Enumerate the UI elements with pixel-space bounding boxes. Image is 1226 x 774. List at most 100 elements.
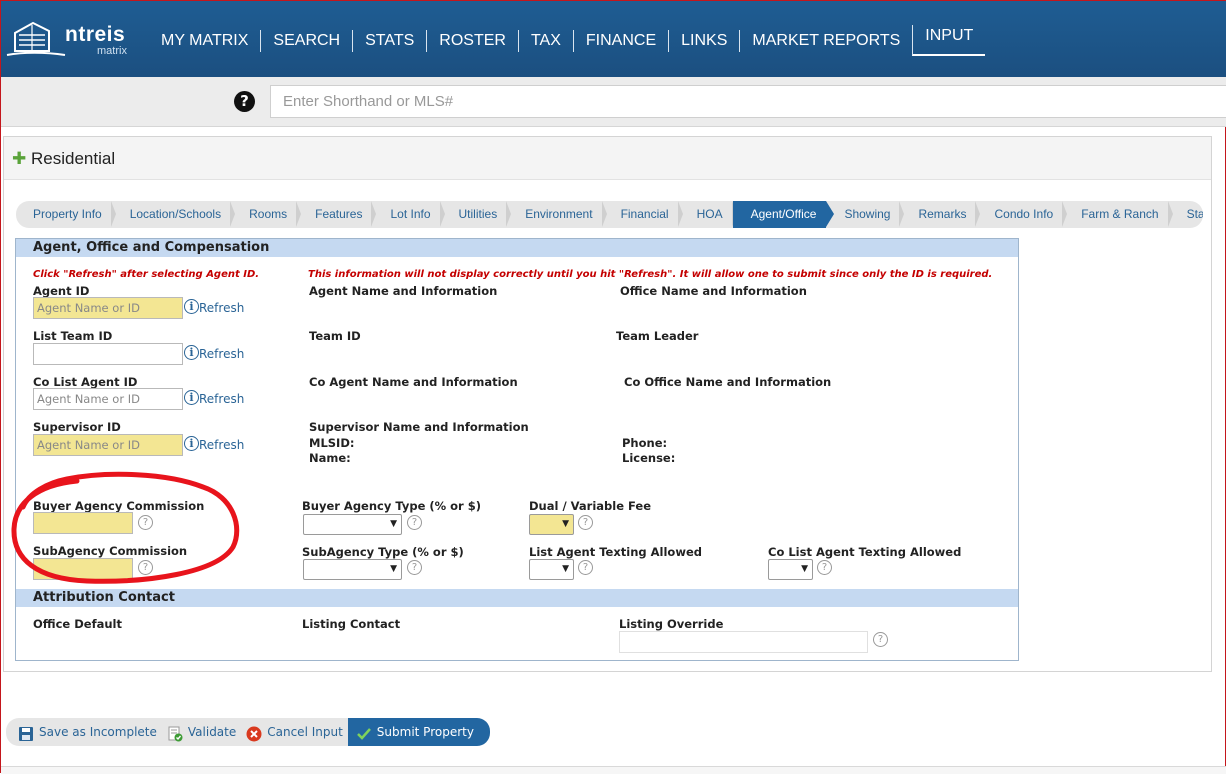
agent-id-placeholder: Agent Name or ID — [37, 301, 140, 315]
logo-wordmark: ntreis — [65, 23, 126, 46]
section-attribution-contact: Attribution Contact — [16, 589, 1018, 607]
cancel-x-icon — [246, 724, 262, 742]
info-icon[interactable]: i — [184, 299, 199, 314]
nav-my-matrix[interactable]: MY MATRIX — [149, 30, 260, 52]
chevron-down-icon: ▼ — [390, 564, 397, 574]
help-question-icon[interactable]: ? — [578, 560, 593, 575]
team-refresh-link[interactable]: Refresh — [199, 347, 244, 361]
buyer-agency-commission-input[interactable] — [33, 512, 133, 534]
validate-label: Validate — [187, 725, 237, 739]
checkmark-icon — [356, 724, 372, 740]
list-agent-texting-select[interactable]: ▼ — [529, 559, 574, 580]
info-icon[interactable]: i — [184, 345, 199, 360]
info-icon[interactable]: i — [184, 436, 199, 451]
subagency-type-label: SubAgency Type (% or $) — [302, 545, 464, 559]
tab-showing[interactable]: Showing — [826, 201, 905, 228]
submit-property-button[interactable]: Submit Property — [347, 718, 490, 746]
chevron-down-icon: ▼ — [562, 519, 569, 529]
help-question-icon[interactable]: ? — [578, 515, 593, 530]
tab-hoa[interactable]: HOA — [679, 201, 737, 228]
help-question-icon[interactable]: ? — [407, 515, 422, 530]
help-question-icon[interactable]: ? — [817, 560, 832, 575]
co-agent-name-info-label: Co Agent Name and Information — [309, 375, 518, 389]
nav-input[interactable]: INPUT — [912, 25, 986, 56]
help-question-icon[interactable]: ? — [138, 515, 153, 530]
chevron-down-icon: ▼ — [562, 564, 569, 574]
shorthand-search-input[interactable]: Enter Shorthand or MLS# — [270, 85, 1226, 118]
help-question-icon[interactable]: ? — [138, 560, 153, 575]
tab-features[interactable]: Features — [297, 201, 377, 228]
info-icon[interactable]: i — [184, 390, 199, 405]
tab-rooms[interactable]: Rooms — [231, 201, 302, 228]
submit-label: Submit Property — [376, 725, 474, 739]
validate-check-icon — [167, 724, 183, 742]
co-list-agent-id-label: Co List Agent ID — [33, 375, 138, 389]
mlsid-label: MLSID: — [309, 436, 355, 450]
panel-header: ✚ Residential — [4, 137, 1211, 180]
save-label: Save as Incomplete — [39, 725, 157, 739]
listing-override-label: Listing Override — [619, 617, 724, 631]
co-list-agent-texting-select[interactable]: ▼ — [768, 559, 813, 580]
co-list-agent-id-input[interactable]: Agent Name or ID — [33, 388, 183, 410]
agent-name-info-label: Agent Name and Information — [309, 284, 498, 298]
nav-search[interactable]: SEARCH — [260, 29, 352, 52]
co-list-agent-texting-label: Co List Agent Texting Allowed — [768, 545, 962, 559]
listing-override-input[interactable] — [619, 631, 868, 653]
cancel-input-button[interactable]: Cancel Input — [241, 718, 348, 746]
nav-links[interactable]: LINKS — [668, 29, 739, 52]
license-label: License: — [622, 451, 676, 465]
tab-farm-ranch[interactable]: Farm & Ranch — [1063, 201, 1173, 228]
tab-status[interactable]: Status — [1169, 201, 1203, 228]
team-id-label: Team ID — [309, 329, 361, 343]
subagency-commission-input[interactable] — [33, 558, 133, 580]
co-agent-refresh-link[interactable]: Refresh — [199, 392, 244, 406]
nav-roster[interactable]: ROSTER — [426, 29, 518, 52]
help-question-icon[interactable]: ? — [873, 632, 888, 647]
office-name-info-label: Office Name and Information — [620, 284, 807, 298]
expand-plus-icon[interactable]: ✚ — [12, 151, 26, 168]
help-icon[interactable]: ? — [234, 91, 255, 112]
nav-tax[interactable]: TAX — [517, 29, 573, 52]
tab-property-info[interactable]: Property Info — [16, 201, 116, 228]
residential-input-panel: ✚ Residential Property Info Location/Sch… — [3, 136, 1212, 672]
cancel-label: Cancel Input — [267, 725, 343, 739]
nav-market-reports[interactable]: MARKET REPORTS — [739, 29, 912, 52]
agent-office-form: Agent, Office and Compensation Click "Re… — [15, 238, 1019, 661]
nav-finance[interactable]: FINANCE — [572, 29, 668, 52]
chevron-down-icon: ▼ — [390, 519, 397, 529]
supervisor-refresh-link[interactable]: Refresh — [199, 438, 244, 452]
subagency-type-select[interactable]: ▼ — [303, 559, 402, 580]
validate-button[interactable]: Validate — [161, 718, 242, 746]
list-team-id-input[interactable] — [33, 343, 183, 365]
dual-variable-fee-select[interactable]: ▼ — [529, 514, 574, 535]
buyer-agency-type-select[interactable]: ▼ — [303, 514, 402, 535]
tab-location-schools[interactable]: Location/Schools — [112, 201, 236, 228]
tab-agent-office[interactable]: Agent/Office — [732, 201, 835, 228]
tab-utilities[interactable]: Utilities — [441, 201, 511, 228]
tab-environment[interactable]: Environment — [507, 201, 607, 228]
supervisor-id-input[interactable]: Agent Name or ID — [33, 434, 183, 456]
section-agent-office-compensation: Agent, Office and Compensation — [16, 239, 1018, 257]
co-office-name-info-label: Co Office Name and Information — [624, 375, 832, 389]
tab-lot-info[interactable]: Lot Info — [372, 201, 445, 228]
list-team-id-label: List Team ID — [33, 329, 113, 343]
search-placeholder: Enter Shorthand or MLS# — [283, 93, 454, 110]
panel-title: Residential — [31, 149, 116, 168]
ntreis-matrix-logo[interactable]: ntreis matrix — [5, 19, 140, 61]
top-nav-bar: ntreis matrix MY MATRIX SEARCH STATS ROS… — [1, 1, 1226, 77]
agent-id-input[interactable]: Agent Name or ID — [33, 297, 183, 319]
agent-refresh-link[interactable]: Refresh — [199, 301, 244, 315]
nav-stats[interactable]: STATS — [352, 29, 426, 52]
form-tabs: Property Info Location/Schools Rooms Fea… — [16, 201, 1203, 228]
help-question-icon[interactable]: ? — [407, 560, 422, 575]
tab-remarks[interactable]: Remarks — [900, 201, 981, 228]
supervisor-name-info-label: Supervisor Name and Information — [309, 420, 529, 434]
save-as-incomplete-button[interactable]: Save as Incomplete — [6, 718, 162, 746]
subagency-commission-label: SubAgency Commission — [33, 544, 188, 558]
buyer-agency-commission-label: Buyer Agency Commission — [33, 499, 205, 513]
dual-variable-fee-label: Dual / Variable Fee — [529, 499, 652, 513]
tab-condo-info[interactable]: Condo Info — [976, 201, 1067, 228]
tab-financial[interactable]: Financial — [603, 201, 683, 228]
main-nav: MY MATRIX SEARCH STATS ROSTER TAX FINANC… — [149, 25, 986, 56]
listing-contact-label: Listing Contact — [302, 617, 401, 631]
